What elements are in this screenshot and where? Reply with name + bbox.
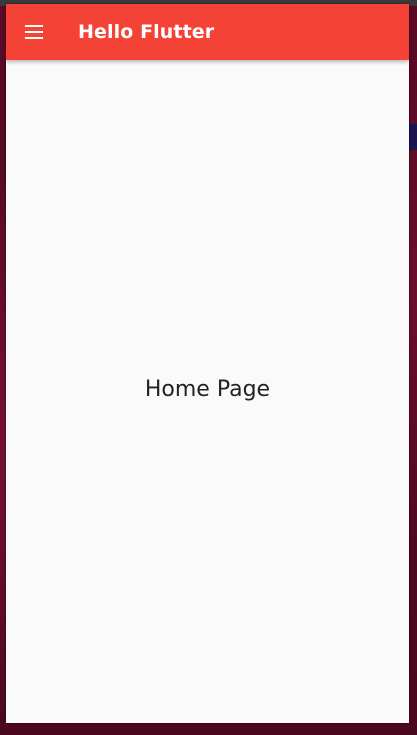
menu-icon [24, 25, 44, 39]
app-bar-title: Hello Flutter [78, 21, 215, 43]
app-bar: Hello Flutter [6, 4, 409, 60]
desktop-panel-edge [409, 124, 417, 150]
app-window: Hello Flutter Home Page [6, 4, 409, 723]
page-body: Home Page [6, 60, 409, 723]
home-page-text: Home Page [144, 377, 271, 402]
menu-button[interactable] [6, 4, 62, 60]
